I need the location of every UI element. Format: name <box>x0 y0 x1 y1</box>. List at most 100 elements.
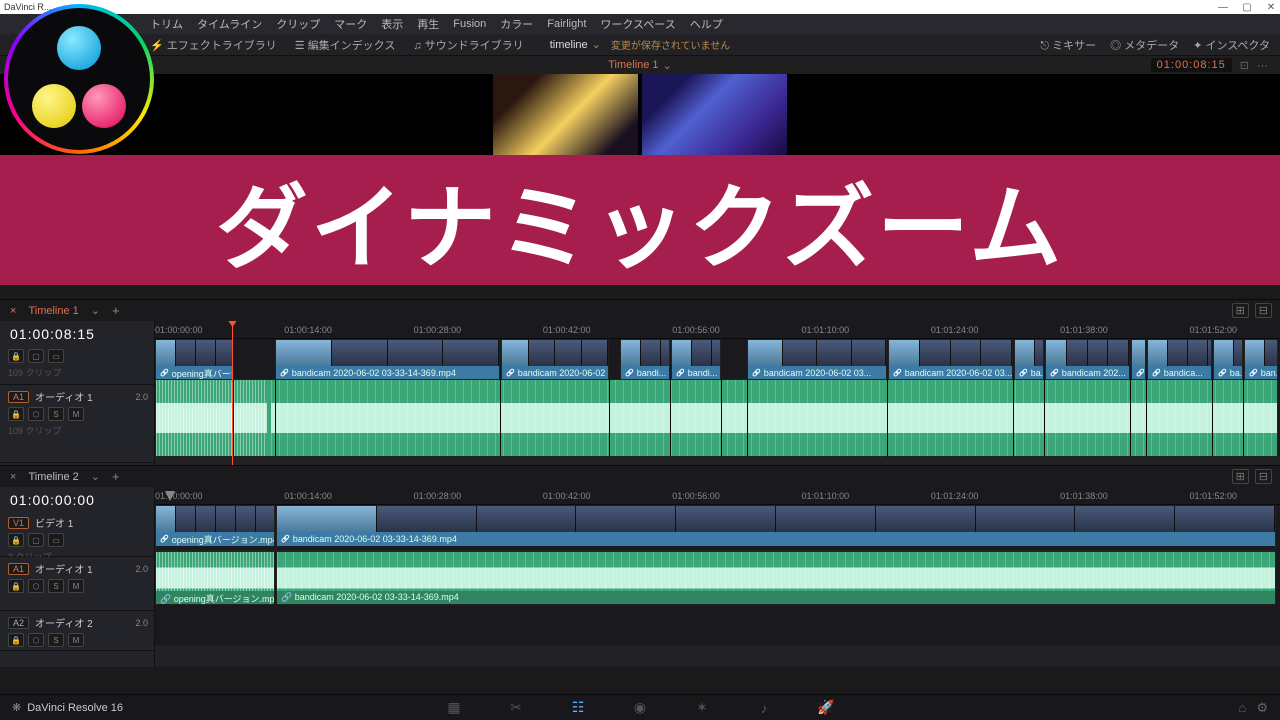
menu-clip[interactable]: クリップ <box>276 16 320 32</box>
ruler-tick: 01:01:38:00 <box>1060 491 1108 501</box>
add-timeline-button[interactable]: + <box>112 303 120 318</box>
playhead[interactable] <box>232 321 233 465</box>
menu-view[interactable]: 表示 <box>381 16 403 32</box>
inspector-button[interactable]: ✦ インスペクタ <box>1193 37 1270 53</box>
timeline-view-icon[interactable]: ⊞ <box>1232 469 1249 484</box>
view-icon[interactable]: ▭ <box>48 349 64 363</box>
ruler-tick: 01:01:52:00 <box>1189 491 1237 501</box>
deliver-page-icon[interactable]: 🚀 <box>815 699 837 717</box>
timeline2-audio1-lane[interactable]: 🔗 opening真バージョン.mp4🔗 bandicam 2020-06-02… <box>155 551 1280 605</box>
viewer-menu-icon[interactable]: ⋯ <box>1257 59 1268 72</box>
video-clip[interactable]: ban... <box>1244 339 1278 379</box>
lock-icon[interactable]: 🔒 <box>8 349 24 363</box>
cut-page-icon[interactable]: ✂ <box>505 699 527 717</box>
metadata-button[interactable]: ◎ メタデータ <box>1110 37 1179 53</box>
timeline1-audio-lane[interactable] <box>155 379 1280 457</box>
home-icon[interactable]: ⌂ <box>1238 700 1246 716</box>
timeline1-tab-bar: × Timeline 1 ⌄ + ⊞ ⊟ <box>0 299 1280 321</box>
video-clip[interactable]: bandi... <box>671 339 721 379</box>
timeline2-tab-bar: × Timeline 2 ⌄ + ⊞ ⊟ <box>0 465 1280 487</box>
video-clip[interactable]: bandicam 2020-06-02 03-33-14-369.mp4 <box>276 505 1276 551</box>
video-clip[interactable]: bandicam 2020-06-02 03... <box>888 339 1013 379</box>
lock-icon[interactable]: 🔒 <box>8 579 24 593</box>
mute-button[interactable]: M <box>68 579 84 593</box>
lock-icon[interactable]: 🔒 <box>8 533 24 547</box>
video-clip[interactable] <box>1131 339 1146 379</box>
edit-index-button[interactable]: ☰ 編集インデックス <box>295 37 396 53</box>
ruler-tick: 01:00:28:00 <box>414 491 462 501</box>
viewer-timeline-tab[interactable]: Timeline 1⌄ 01:00:08:15 ⊡ ⋯ <box>0 56 1280 74</box>
menu-workspace[interactable]: ワークスペース <box>600 16 675 32</box>
unsaved-warning: 変更が保存されていません <box>611 37 730 52</box>
video-clip[interactable]: bandicam 2020-06-02 ... <box>501 339 609 379</box>
ruler-tick: 01:00:28:00 <box>414 325 462 335</box>
timeline2-panel: 01:00:00:00 V1ビデオ 1 🔒▢▭ 2 クリップ A1オーディオ 1… <box>0 487 1280 667</box>
curve-icon[interactable]: ⬡ <box>28 407 44 421</box>
timeline1-tab[interactable]: Timeline 1 <box>28 305 78 317</box>
timeline-options-icon[interactable]: ⊟ <box>1255 469 1272 484</box>
video-clip[interactable]: bandi... <box>620 339 670 379</box>
menu-help[interactable]: ヘルプ <box>690 16 723 32</box>
ruler-tick: 01:01:24:00 <box>931 491 979 501</box>
audio-clip[interactable]: 🔗 opening真バージョン.mp4 <box>155 551 275 605</box>
menu-fusion[interactable]: Fusion <box>453 18 486 30</box>
timeline1-ruler[interactable]: 01:00:00:0001:00:14:0001:00:28:0001:00:4… <box>155 321 1280 339</box>
media-page-icon[interactable]: ▦ <box>443 699 465 717</box>
solo-button[interactable]: S <box>48 579 64 593</box>
timeline-view-icon[interactable]: ⊞ <box>1232 303 1249 318</box>
video-clip[interactable]: ba... <box>1213 339 1243 379</box>
lock-icon[interactable]: 🔒 <box>8 407 24 421</box>
video-clip[interactable]: bandicam 2020-06-02 03... <box>747 339 887 379</box>
ruler-tick: 01:01:10:00 <box>802 325 850 335</box>
add-timeline-button[interactable]: + <box>112 469 120 484</box>
edit-page-icon[interactable]: ☷ <box>567 699 589 717</box>
maximize-icon[interactable]: ▢ <box>1242 2 1252 12</box>
ruler-tick: 01:00:14:00 <box>284 325 332 335</box>
effects-library-button[interactable]: ⚡ エフェクトライブラリ <box>150 37 277 53</box>
page-switcher: DaVinci Resolve 16 ▦ ✂ ☷ ◉ ✶ ♪ 🚀 ⌂ ⚙ <box>0 694 1280 720</box>
fusion-page-icon[interactable]: ◉ <box>629 699 651 717</box>
solo-button[interactable]: S <box>48 407 64 421</box>
video-clip[interactable]: bandicam 202... <box>1045 339 1130 379</box>
close-icon[interactable]: ✕ <box>1266 2 1276 12</box>
ruler-tick: 01:00:42:00 <box>543 325 591 335</box>
timeline-selector[interactable]: timeline⌄ <box>550 38 601 51</box>
menu-bar: トリム タイムライン クリップ マーク 表示 再生 Fusion カラー Fai… <box>0 14 1280 34</box>
mixer-button[interactable]: ⎋ ミキサー <box>1040 37 1096 53</box>
video-clip[interactable]: bandica... <box>1147 339 1212 379</box>
app-name: DaVinci Resolve 16 <box>12 701 123 714</box>
menu-mark[interactable]: マーク <box>334 16 367 32</box>
timeline1-video-lane[interactable]: opening真バージョ...mp4 bandicam 2020-06-02 03… <box>155 339 1280 379</box>
menu-timeline[interactable]: タイムライン <box>197 16 262 32</box>
frame-icon[interactable]: ▢ <box>28 349 44 363</box>
minimize-icon[interactable]: ― <box>1218 2 1228 12</box>
settings-icon[interactable]: ⚙ <box>1256 700 1268 716</box>
fairlight-page-icon[interactable]: ♪ <box>753 699 775 717</box>
menu-trim[interactable]: トリム <box>150 16 183 32</box>
menu-fairlight[interactable]: Fairlight <box>547 18 586 30</box>
video-clip[interactable]: opening真バージョ...mp4 <box>155 339 233 379</box>
audio-clip[interactable]: 🔗 bandicam 2020-06-02 03-33-14-369.mp4 <box>276 551 1276 605</box>
ruler-tick: 01:01:24:00 <box>931 325 979 335</box>
video-clip[interactable]: opening真バージョン.mp4 <box>155 505 275 551</box>
ruler-tick: 01:01:38:00 <box>1060 325 1108 335</box>
timeline2-audio2-lane[interactable] <box>155 605 1280 645</box>
menu-color[interactable]: カラー <box>500 16 533 32</box>
ruler-tick: 01:00:42:00 <box>543 491 591 501</box>
menu-playback[interactable]: 再生 <box>417 16 439 32</box>
video-clip[interactable]: ba... <box>1014 339 1044 379</box>
video-clip[interactable]: bandicam 2020-06-02 03-33-14-369.mp4 <box>275 339 500 379</box>
ruler-tick: 01:00:14:00 <box>284 491 332 501</box>
timeline2-timecode: 01:00:00:00 <box>0 487 154 511</box>
mute-button[interactable]: M <box>68 407 84 421</box>
os-title-bar: DaVinci R... ― ▢ ✕ <box>0 0 1280 14</box>
audio-clip[interactable] <box>155 379 1278 457</box>
sound-library-button[interactable]: ♫ サウンドライブラリ <box>413 37 523 53</box>
timeline-options-icon[interactable]: ⊟ <box>1255 303 1272 318</box>
viewer-toggle-icon[interactable]: ⊡ <box>1240 59 1249 72</box>
timeline2-video-lane[interactable]: opening真バージョン.mp4bandicam 2020-06-02 03-… <box>155 505 1280 551</box>
timeline2-tab[interactable]: Timeline 2 <box>28 471 78 483</box>
timeline2-ruler[interactable]: 01:00:00:0001:00:14:0001:00:28:0001:00:4… <box>155 487 1280 505</box>
color-page-icon[interactable]: ✶ <box>691 699 713 717</box>
timeline1-timecode: 01:00:08:15 <box>0 321 154 345</box>
